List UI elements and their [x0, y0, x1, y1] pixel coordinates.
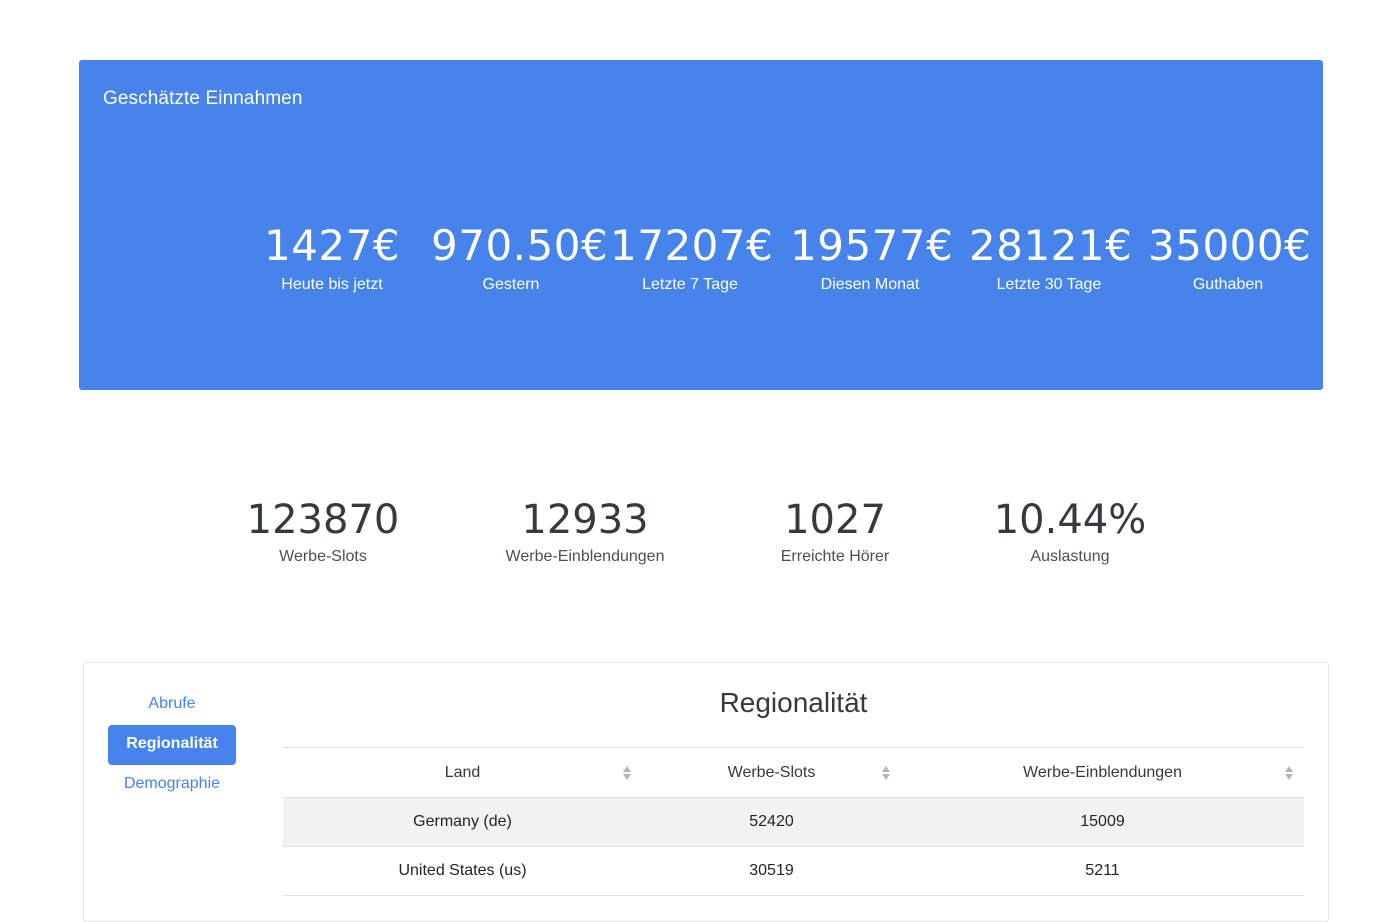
revenue-value: 1427€ — [263, 221, 401, 270]
nav-item-regionalitaet[interactable]: Regionalität — [108, 725, 236, 765]
kpi-label: Werbe-Slots — [279, 548, 367, 565]
revenue-label: Diesen Monat — [820, 276, 920, 293]
kpi-label: Werbe-Einblendungen — [505, 548, 665, 565]
cell-slots: 52420 — [642, 797, 901, 847]
nav-item-abrufe[interactable]: Abrufe — [108, 685, 236, 725]
kpi-value: 1027 — [784, 497, 886, 543]
column-header-label: Werbe-Einblendungen — [1023, 763, 1182, 781]
revenue-stat-month: 19577€ Diesen Monat — [790, 221, 954, 294]
kpi-ad-slots: 123870 Werbe-Slots — [203, 496, 443, 566]
revenue-label: Letzte 30 Tage — [996, 276, 1102, 293]
revenue-card: Geschätzte Einnahmen 1427€ Heute bis jet… — [79, 60, 1323, 390]
kpi-label: Erreichte Hörer — [780, 548, 890, 565]
table-row: United States (us) 30519 5211 — [283, 846, 1304, 896]
revenue-value: 35000€ — [1148, 221, 1312, 270]
cell-country: United States (us) — [283, 846, 642, 896]
kpi-value: 10.44% — [993, 497, 1147, 543]
kpi-listeners: 1027 Erreichte Hörer — [715, 496, 955, 566]
table-header-row: Land Werbe-Slots Werbe-Einblendungen — [283, 747, 1304, 798]
revenue-title: Geschätzte Einnahmen — [103, 88, 303, 109]
revenue-label: Letzte 7 Tage — [642, 276, 738, 293]
sort-icon — [1285, 766, 1293, 780]
cell-impressions: 15009 — [901, 797, 1304, 847]
kpi-utilization: 10.44% Auslastung — [950, 496, 1190, 566]
kpi-ad-impressions: 12933 Werbe-Einblendungen — [465, 496, 705, 566]
side-nav: Abrufe Regionalität Demographie — [108, 685, 236, 805]
revenue-value: 970.50€ — [431, 221, 609, 270]
column-header-impressions[interactable]: Werbe-Einblendungen — [901, 747, 1304, 798]
kpi-row: 123870 Werbe-Slots 12933 Werbe-Einblendu… — [0, 496, 1400, 576]
cell-country: Germany (de) — [283, 797, 642, 847]
stats-panel: Abrufe Regionalität Demographie Regional… — [83, 662, 1329, 922]
revenue-stats: 1427€ Heute bis jetzt 970.50€ Gestern 17… — [252, 221, 1311, 302]
kpi-label: Auslastung — [1030, 548, 1110, 565]
cell-impressions: 5211 — [901, 846, 1304, 896]
sort-icon — [623, 766, 631, 780]
nav-item-demographie[interactable]: Demographie — [108, 765, 236, 805]
revenue-label: Heute bis jetzt — [281, 276, 383, 293]
region-title: Regionalität — [719, 687, 868, 718]
revenue-stat-30days: 28121€ Letzte 30 Tage — [969, 221, 1133, 294]
revenue-stat-balance: 35000€ Guthaben — [1148, 221, 1312, 294]
column-header-label: Werbe-Slots — [727, 763, 816, 781]
revenue-label: Guthaben — [1192, 276, 1264, 293]
revenue-stat-today: 1427€ Heute bis jetzt — [252, 222, 412, 294]
table-row: Germany (de) 52420 15009 — [283, 797, 1304, 847]
revenue-stat-yesterday: 970.50€ Gestern — [431, 221, 609, 294]
column-header-land[interactable]: Land — [283, 747, 642, 798]
cell-slots: 30519 — [642, 846, 901, 896]
sort-icon — [882, 766, 890, 780]
kpi-value: 123870 — [246, 497, 400, 543]
revenue-label: Gestern — [482, 276, 540, 293]
column-header-label: Land — [444, 763, 481, 781]
revenue-value: 19577€ — [790, 221, 954, 270]
region-table: Land Werbe-Slots Werbe-Einblendungen Ger… — [283, 747, 1304, 896]
column-header-slots[interactable]: Werbe-Slots — [642, 747, 901, 798]
revenue-value: 17207€ — [610, 221, 774, 270]
revenue-stat-7days: 17207€ Letzte 7 Tage — [610, 221, 774, 294]
kpi-value: 12933 — [521, 497, 649, 543]
revenue-value: 28121€ — [969, 221, 1133, 270]
